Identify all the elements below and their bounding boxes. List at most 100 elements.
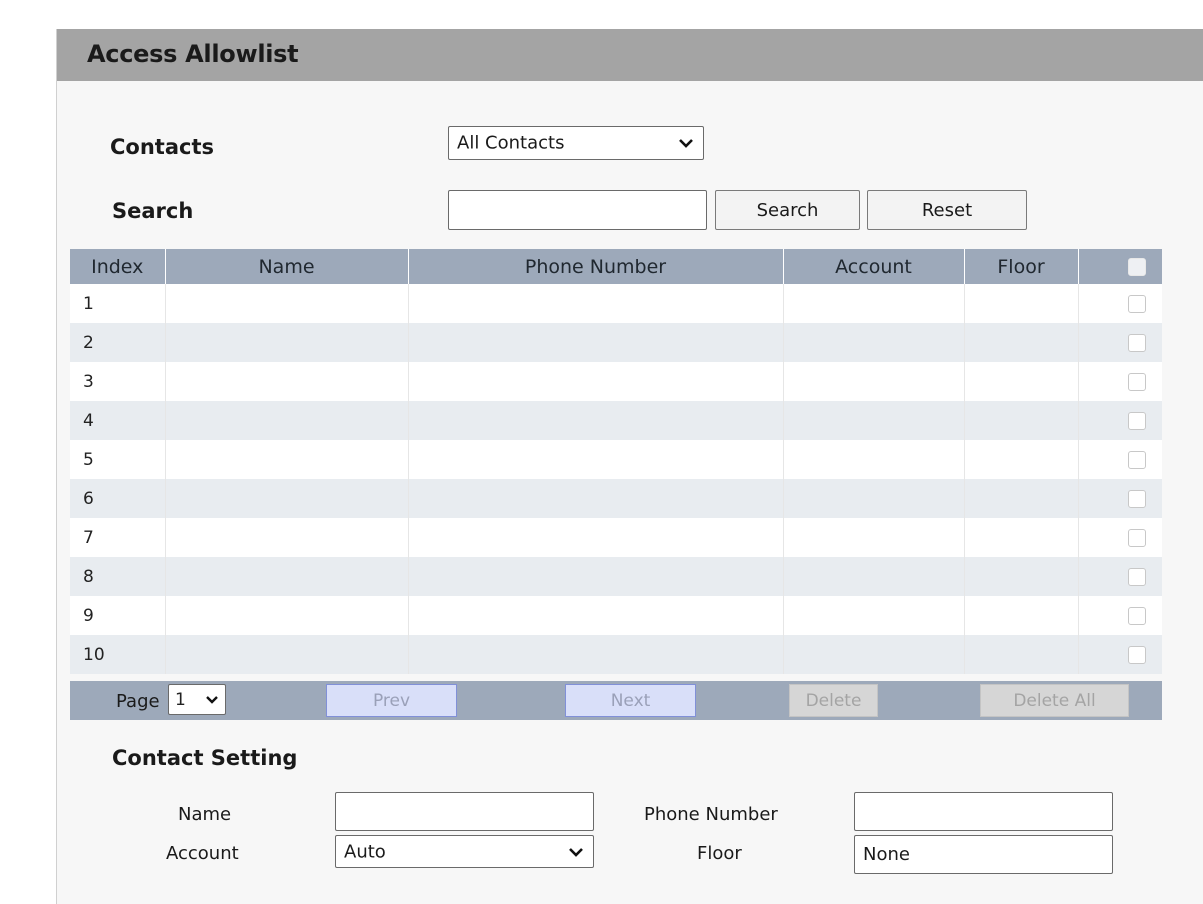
row-checkbox[interactable]	[1128, 333, 1147, 352]
floor-label: Floor	[697, 843, 742, 864]
floor-input[interactable]	[854, 835, 1113, 874]
delete-button[interactable]: Delete	[789, 684, 878, 717]
row-name	[165, 557, 409, 596]
table-row: 7	[70, 518, 1162, 557]
reset-button[interactable]: Reset	[867, 190, 1027, 230]
row-phone-number	[408, 518, 784, 557]
row-index: 3	[70, 362, 166, 401]
table-row: 6	[70, 479, 1162, 518]
name-label: Name	[178, 804, 232, 825]
row-index: 4	[70, 401, 166, 440]
row-name	[165, 479, 409, 518]
row-checkbox[interactable]	[1128, 606, 1147, 625]
row-floor	[964, 479, 1079, 518]
column-header-name: Name	[165, 249, 409, 284]
row-index: 1	[70, 284, 166, 323]
row-account	[783, 284, 965, 323]
row-checkbox[interactable]	[1128, 450, 1147, 469]
row-account	[783, 635, 965, 674]
contacts-select-value: All Contacts	[457, 132, 565, 154]
row-phone-number	[408, 557, 784, 596]
page-select[interactable]: 1	[168, 684, 226, 715]
table-row: 2	[70, 323, 1162, 362]
chevron-down-icon	[206, 696, 218, 704]
row-phone-number	[408, 440, 784, 479]
contact-setting-title: Contact Setting	[112, 746, 298, 770]
row-checkbox[interactable]	[1128, 294, 1147, 313]
row-name	[165, 518, 409, 557]
row-select-cell	[1078, 362, 1162, 401]
row-name	[165, 323, 409, 362]
column-header-index: Index	[70, 249, 166, 284]
row-index: 7	[70, 518, 166, 557]
column-header-account: Account	[783, 249, 965, 284]
row-account	[783, 596, 965, 635]
row-checkbox[interactable]	[1128, 372, 1147, 391]
row-phone-number	[408, 635, 784, 674]
table-row: 4	[70, 401, 1162, 440]
row-account	[783, 440, 965, 479]
table-row: 9	[70, 596, 1162, 635]
phone-number-label: Phone Number	[644, 804, 778, 825]
row-name	[165, 362, 409, 401]
row-phone-number	[408, 596, 784, 635]
phone-number-input[interactable]	[854, 792, 1113, 831]
row-select-cell	[1078, 479, 1162, 518]
row-floor	[964, 284, 1079, 323]
row-index: 8	[70, 557, 166, 596]
row-phone-number	[408, 362, 784, 401]
delete-all-button[interactable]: Delete All	[980, 684, 1129, 717]
table-row: 10	[70, 635, 1162, 674]
column-header-floor: Floor	[964, 249, 1079, 284]
row-floor	[964, 557, 1079, 596]
next-button[interactable]: Next	[565, 684, 696, 717]
row-floor	[964, 323, 1079, 362]
row-checkbox[interactable]	[1128, 528, 1147, 547]
row-select-cell	[1078, 440, 1162, 479]
row-index: 10	[70, 635, 166, 674]
name-input[interactable]	[335, 792, 594, 831]
row-checkbox[interactable]	[1128, 411, 1147, 430]
row-select-cell	[1078, 401, 1162, 440]
row-checkbox[interactable]	[1128, 645, 1147, 664]
column-header-phone-number: Phone Number	[408, 249, 784, 284]
table-header-row: Index Name Phone Number Account Floor	[70, 249, 1162, 284]
search-button[interactable]: Search	[715, 190, 860, 230]
row-floor	[964, 635, 1079, 674]
row-account	[783, 518, 965, 557]
chevron-down-icon	[679, 139, 693, 148]
row-select-cell	[1078, 323, 1162, 362]
table-row: 8	[70, 557, 1162, 596]
contacts-label: Contacts	[110, 135, 214, 159]
search-input[interactable]	[448, 190, 707, 230]
contacts-table: Index Name Phone Number Account Floor 1 …	[70, 249, 1162, 674]
row-index: 5	[70, 440, 166, 479]
prev-button[interactable]: Prev	[326, 684, 457, 717]
row-account	[783, 479, 965, 518]
contacts-select[interactable]: All Contacts	[448, 126, 704, 160]
row-floor	[964, 440, 1079, 479]
pagination-bar: Page 1 Prev Next Delete Delete All	[70, 681, 1162, 720]
row-floor	[964, 518, 1079, 557]
row-phone-number	[408, 479, 784, 518]
page-title: Access Allowlist	[87, 40, 299, 68]
table-row: 5	[70, 440, 1162, 479]
account-select-value: Auto	[344, 841, 386, 862]
row-index: 6	[70, 479, 166, 518]
row-floor	[964, 362, 1079, 401]
row-name	[165, 284, 409, 323]
chevron-down-icon	[569, 847, 583, 857]
row-select-cell	[1078, 518, 1162, 557]
row-select-cell	[1078, 284, 1162, 323]
account-label: Account	[166, 843, 239, 864]
row-checkbox[interactable]	[1128, 489, 1147, 508]
select-all-checkbox[interactable]	[1128, 258, 1147, 276]
row-account	[783, 362, 965, 401]
row-checkbox[interactable]	[1128, 567, 1147, 586]
row-account	[783, 401, 965, 440]
row-select-cell	[1078, 596, 1162, 635]
account-select[interactable]: Auto	[335, 835, 594, 868]
page-label: Page	[116, 691, 160, 712]
panel-header: Access Allowlist	[57, 29, 1203, 81]
table-row: 1	[70, 284, 1162, 323]
